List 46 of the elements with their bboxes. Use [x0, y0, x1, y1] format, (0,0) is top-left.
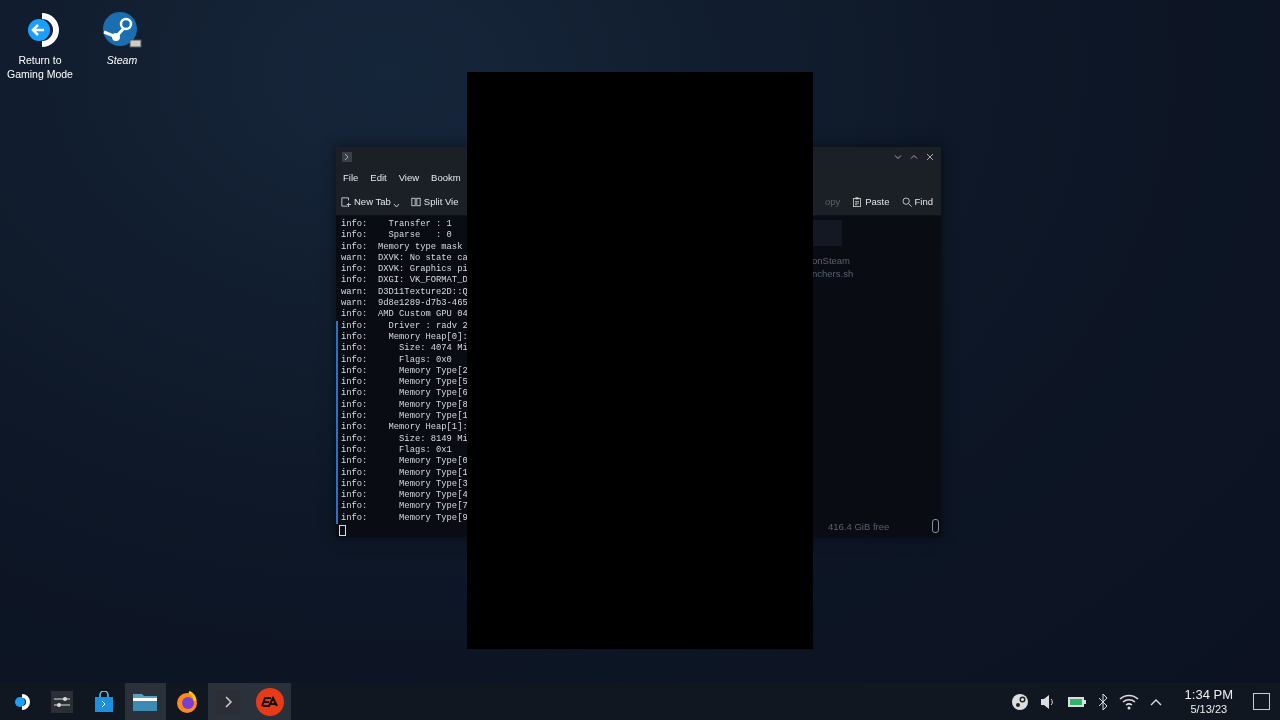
clock-time[interactable]: 1:34 PM	[1184, 687, 1233, 702]
free-space-label: 416.4 GiB free	[828, 519, 890, 533]
show-desktop-button[interactable]	[1253, 693, 1270, 710]
scrollbar-handle[interactable]	[932, 519, 939, 533]
caret-icon	[393, 204, 399, 207]
cursor-block	[339, 525, 346, 536]
steam-logo-icon[interactable]	[1010, 692, 1029, 711]
menu-item[interactable]: Edit	[370, 171, 387, 183]
terminal-line: info: DXVK: Graphics pi	[340, 264, 467, 275]
bluetooth-icon[interactable]	[1096, 692, 1109, 711]
desktop-icon-label[interactable]: Steam	[106, 53, 138, 67]
sliders-icon[interactable]	[51, 690, 74, 713]
file-name: onSteam	[812, 254, 852, 267]
terminal-line: info: AMD Custom GPU 04	[340, 309, 467, 321]
steam-logo-icon	[101, 10, 143, 50]
search-icon	[901, 196, 912, 207]
menu-item[interactable]: View	[398, 171, 420, 183]
file-thumbnail	[812, 220, 842, 246]
clipboard-icon	[852, 196, 863, 207]
terminal-line: info: DXGI: VK_FORMAT_D	[340, 275, 467, 287]
clock-date[interactable]: 5/13/23	[1190, 701, 1228, 716]
terminal-icon	[342, 151, 352, 162]
terminal-line: warn: D3D11Texture2D::Q	[340, 286, 467, 298]
toolbar-button[interactable]: Split Vie	[408, 193, 461, 210]
menu-item[interactable]: Bookm	[431, 171, 461, 183]
terminal-line: info: Transfer : 1	[340, 219, 453, 230]
close-icon[interactable]	[925, 151, 935, 162]
split-view-icon	[410, 196, 421, 207]
battery-icon[interactable]	[1066, 694, 1087, 709]
ea-logo-icon[interactable]	[254, 686, 285, 717]
terminal-line: info: Memory type mask	[340, 241, 464, 253]
desktop-icon-label[interactable]: Return to Gaming Mode	[4, 53, 76, 81]
shopping-bag-icon[interactable]	[92, 690, 115, 713]
terminal-line: warn: 9d8e1289-d7b3-465	[340, 298, 467, 309]
menu-item[interactable]: File	[343, 171, 359, 183]
terminal-line: warn: DXVK: No state ca	[340, 252, 467, 264]
toolbar-button[interactable]: New Tab	[339, 193, 401, 210]
terminal-line: info: Sparse : 0	[340, 230, 453, 242]
new-tab-icon	[341, 196, 351, 207]
browser-icon[interactable]	[174, 689, 199, 714]
taskbar-app[interactable]	[124, 683, 166, 720]
file-name: nchers.sh	[812, 267, 855, 280]
wifi-icon[interactable]	[1118, 692, 1139, 711]
toolbar-button[interactable]: Paste	[850, 193, 892, 210]
toolbar-button[interactable]: Find	[899, 193, 935, 210]
terminal-icon[interactable]	[216, 689, 241, 714]
